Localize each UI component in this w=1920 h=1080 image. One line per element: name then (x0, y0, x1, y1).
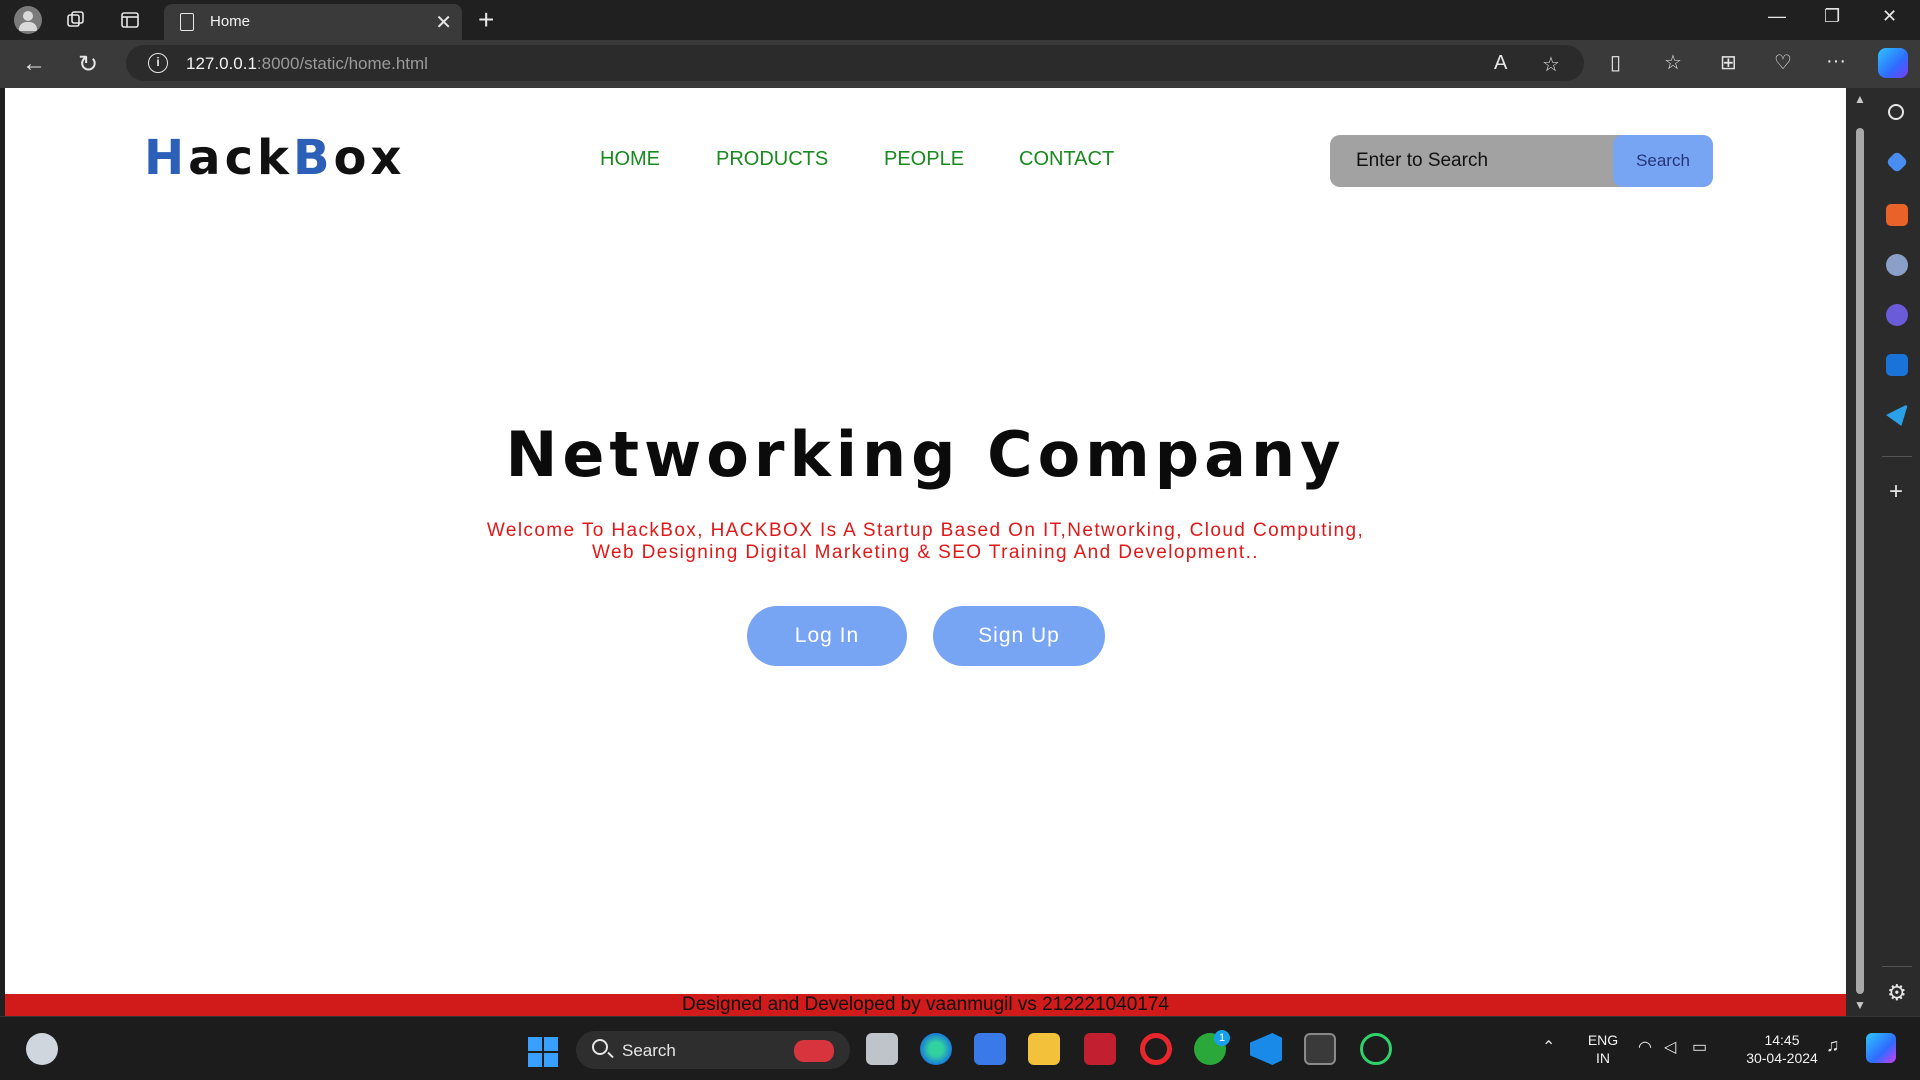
browser-titlebar: Home ✕ + — ❐ ✕ (0, 0, 1920, 40)
hero-subtitle: Welcome To HackBox, HACKBOX Is A Startup… (5, 520, 1846, 564)
sidebar-shopping-icon[interactable] (1885, 150, 1909, 174)
app-red-icon[interactable] (1084, 1033, 1116, 1065)
store-icon[interactable] (974, 1033, 1006, 1065)
login-button[interactable]: Log In (747, 606, 907, 666)
taskbar-search[interactable]: Search (576, 1031, 850, 1069)
sidebar-settings-icon[interactable]: ⚙ (1887, 980, 1907, 1006)
clock[interactable]: 14:45 30-04-2024 (1734, 1031, 1830, 1067)
web-page: HackBox HOME PRODUCTS PEOPLE CONTACT Sea… (5, 88, 1846, 1016)
scroll-up-icon[interactable]: ▲ (1854, 92, 1866, 106)
search-input[interactable] (1330, 135, 1613, 187)
favorites-icon[interactable]: ☆ (1664, 50, 1682, 75)
close-window-button[interactable]: ✕ (1882, 6, 1897, 27)
browser-essentials-icon[interactable]: ♡ (1774, 50, 1792, 75)
workspaces-icon[interactable] (64, 8, 88, 32)
sidebar-divider (1882, 456, 1912, 457)
collections-icon[interactable]: ⊞ (1720, 50, 1737, 75)
taskbar-search-icon (592, 1039, 608, 1055)
region-code: IN (1596, 1050, 1610, 1066)
start-windows-icon[interactable] (528, 1037, 558, 1067)
tray-overflow-icon[interactable]: ⌃ (1542, 1037, 1555, 1057)
profile-avatar-icon[interactable] (14, 6, 42, 34)
nav-people[interactable]: PEOPLE (884, 148, 964, 171)
battery-icon[interactable]: ▭ (1692, 1037, 1707, 1057)
tab-title: Home (210, 13, 251, 30)
clock-date: 30-04-2024 (1746, 1050, 1818, 1066)
site-info-icon[interactable]: i (148, 53, 168, 73)
tab-close-icon[interactable]: ✕ (435, 10, 452, 35)
hero-subtitle-line1: Welcome To HackBox, HACKBOX Is A Startup… (486, 520, 1365, 541)
file-explorer-icon[interactable] (1028, 1033, 1060, 1065)
xbox-badge: 1 (1214, 1030, 1230, 1046)
language-indicator[interactable]: ENG IN (1580, 1031, 1626, 1067)
brand-logo[interactable]: HackBox (144, 130, 405, 186)
browser-tab-home[interactable]: Home ✕ (164, 4, 462, 40)
reload-button[interactable]: ↻ (78, 50, 98, 79)
notification-bell-icon[interactable]: ♫ (1826, 1035, 1840, 1056)
taskbar-search-label: Search (622, 1041, 676, 1060)
search-button[interactable]: Search (1613, 135, 1713, 187)
vertical-tabs-icon[interactable] (118, 8, 142, 32)
page-footer: Designed and Developed by vaanmugil vs 2… (5, 994, 1846, 1016)
url-path: :8000/static/home.html (256, 54, 428, 73)
nav-products[interactable]: PRODUCTS (716, 148, 828, 171)
sidebar-copilot-icon[interactable] (1886, 304, 1908, 326)
opera-icon[interactable] (1140, 1033, 1172, 1065)
address-bar[interactable]: i 127.0.0.1:8000/static/home.html A ☆ (126, 45, 1584, 81)
weather-icon[interactable] (26, 1033, 58, 1065)
url-host: 127.0.0.1 (186, 54, 257, 73)
terminal-icon[interactable] (1304, 1033, 1336, 1065)
page-icon (180, 13, 194, 31)
language-code: ENG (1587, 1032, 1619, 1048)
brand-text-ack: ack (188, 130, 293, 186)
new-tab-button[interactable]: + (478, 4, 494, 36)
hero-subtitle-line2: Web Designing Digital Marketing & SEO Tr… (592, 542, 1259, 563)
browser-toolbar: ← ↻ i 127.0.0.1:8000/static/home.html A … (0, 40, 1920, 88)
edge-sidebar: + ⚙ (1874, 88, 1920, 1016)
wifi-icon[interactable]: ◠ (1638, 1037, 1652, 1057)
url-text[interactable]: 127.0.0.1:8000/static/home.html (186, 54, 428, 74)
sidebar-games-icon[interactable] (1886, 254, 1908, 276)
scroll-thumb[interactable] (1856, 128, 1864, 994)
search-box: Search (1330, 135, 1713, 187)
whatsapp-icon[interactable] (1360, 1033, 1392, 1065)
copilot-taskbar-icon[interactable] (1866, 1033, 1896, 1063)
add-favorite-icon[interactable]: ☆ (1542, 52, 1560, 77)
clock-time: 14:45 (1764, 1032, 1800, 1048)
brand-letter-h: H (144, 130, 189, 186)
scroll-down-icon[interactable]: ▼ (1854, 998, 1866, 1012)
sidebar-drop-icon[interactable] (1886, 404, 1908, 426)
more-menu-icon[interactable]: ··· (1826, 50, 1846, 73)
restore-button[interactable]: ❐ (1824, 6, 1840, 27)
sidebar-divider (1882, 966, 1912, 967)
minimize-button[interactable]: — (1768, 6, 1786, 27)
windows-taskbar: Search 1 ⌃ ENG IN ◠ ◁ ▭ 14:45 30-04-2024… (0, 1016, 1920, 1080)
signup-button[interactable]: Sign Up (933, 606, 1105, 666)
nav-home[interactable]: HOME (600, 148, 660, 171)
back-button[interactable]: ← (22, 50, 46, 78)
edge-taskbar-icon[interactable] (920, 1033, 952, 1065)
sidebar-search-icon[interactable] (1888, 104, 1904, 120)
task-view-icon[interactable] (866, 1033, 898, 1065)
split-screen-icon[interactable]: ▯ (1610, 50, 1621, 75)
volume-icon[interactable]: ◁ (1664, 1037, 1676, 1057)
vscode-icon[interactable] (1250, 1033, 1282, 1065)
brand-text-ox: ox (333, 130, 406, 186)
hero-title: Networking Company (505, 418, 1346, 491)
sidebar-tools-icon[interactable] (1886, 204, 1908, 226)
copilot-icon[interactable] (1878, 48, 1908, 78)
nav-contact[interactable]: CONTACT (1019, 148, 1114, 171)
sidebar-add-icon[interactable]: + (1889, 478, 1903, 506)
brand-letter-b: B (292, 130, 334, 186)
strawberry-icon (794, 1040, 834, 1062)
sidebar-outlook-icon[interactable] (1886, 354, 1908, 376)
page-scrollbar[interactable]: ▲ ▼ (1846, 88, 1874, 1016)
read-aloud-icon[interactable]: A (1494, 52, 1507, 75)
